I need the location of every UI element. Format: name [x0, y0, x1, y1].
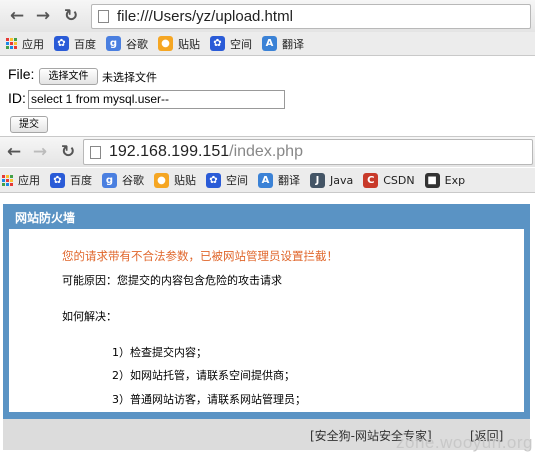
- forward-arrow-icon[interactable]: →: [29, 142, 51, 162]
- bookmark-browser2-7[interactable]: C CSDN: [363, 172, 415, 188]
- watermark: zone.wooyun.org: [396, 433, 533, 452]
- waf-title: 网站防火墙: [15, 211, 76, 225]
- bookmark-browser2-6[interactable]: J Java: [310, 172, 354, 188]
- apps-grid-icon: [6, 38, 17, 49]
- reload-icon[interactable]: ↻: [57, 142, 79, 162]
- tieba-bear-icon: ●: [158, 36, 173, 51]
- java-icon: J: [310, 172, 325, 188]
- waf-step-3: 3）普通网站访客，请联系网站管理员；: [112, 393, 306, 406]
- bookmark-browser1-1[interactable]: ✿ 百度: [54, 36, 96, 52]
- id-label: ID:: [8, 90, 26, 106]
- bookmark-browser2-2[interactable]: g 谷歌: [102, 172, 144, 188]
- page-icon: [98, 10, 109, 23]
- tieba-bear-icon: ●: [154, 172, 169, 188]
- bookmark-browser2-1[interactable]: ✿ 百度: [50, 172, 92, 188]
- file-label: File:: [8, 66, 35, 82]
- bookmark-label: 谷歌: [126, 37, 148, 51]
- back-arrow-icon[interactable]: ←: [3, 142, 25, 162]
- browser2-bookmarks-bar: 应用 ✿ 百度 g 谷歌 ● 贴贴 ✿ 空间 A 翻译 J Java C CSDN ■ Exp: [0, 168, 535, 193]
- bookmark-browser1-3[interactable]: ● 贴贴: [158, 36, 200, 52]
- bookmark-label: 空间: [230, 37, 252, 51]
- submit-button[interactable]: 提交: [10, 116, 48, 133]
- google-g-icon: g: [102, 172, 117, 188]
- bookmark-browser1-4[interactable]: ✿ 空间: [210, 36, 252, 52]
- waf-warning-text: 您的请求带有不合法参数，已被网站管理员设置拦截！: [62, 249, 338, 263]
- id-input[interactable]: select 1 from mysql.user--: [28, 90, 285, 109]
- browser2-url: 192.168.199.151/index.php: [109, 143, 303, 161]
- bookmark-browser1-5[interactable]: A 翻译: [262, 36, 304, 52]
- baidu-paw-icon: ✿: [54, 36, 69, 51]
- page-icon: [90, 145, 101, 159]
- back-arrow-icon[interactable]: ←: [6, 6, 28, 26]
- baidu-paw-icon: ✿: [210, 36, 225, 51]
- choose-file-button[interactable]: 选择文件: [39, 68, 98, 85]
- url-host: 192.168.199.151: [109, 143, 230, 160]
- baidu-paw-icon: ✿: [50, 172, 65, 188]
- bookmark-label: CSDN: [383, 173, 415, 187]
- forward-arrow-icon[interactable]: →: [32, 6, 54, 26]
- waf-block-panel: 网站防火墙 您的请求带有不合法参数，已被网站管理员设置拦截！ 可能原因：您提交的…: [3, 204, 530, 450]
- bookmark-label: 贴贴: [174, 174, 196, 187]
- bookmark-label: 翻译: [282, 37, 304, 51]
- bookmark-browser1-0[interactable]: 应用: [6, 36, 44, 52]
- bookmark-browser2-3[interactable]: ● 贴贴: [154, 172, 196, 188]
- bookmark-label: Java: [330, 173, 354, 187]
- apps-grid-icon: [2, 174, 13, 186]
- google-g-icon: g: [106, 36, 121, 51]
- bookmark-label: 谷歌: [122, 174, 144, 187]
- browser1-address-bar[interactable]: file:///Users/yz/upload.html: [91, 4, 531, 29]
- bookmark-label: 应用: [22, 37, 44, 51]
- exploit-icon: ■: [424, 172, 440, 188]
- bookmark-browser2-5[interactable]: A 翻译: [258, 172, 300, 188]
- bookmark-label: 空间: [226, 174, 248, 187]
- bookmark-label: 应用: [18, 174, 40, 187]
- bookmark-label: 贴贴: [178, 37, 200, 51]
- bookmark-browser2-8[interactable]: ■ Exp: [424, 172, 466, 188]
- bookmark-label: 百度: [74, 37, 96, 51]
- browser1-url: file:///Users/yz/upload.html: [117, 8, 293, 25]
- no-file-chosen-text: 未选择文件: [102, 71, 157, 84]
- csdn-icon: C: [363, 172, 379, 188]
- browser1-bookmarks-bar: 应用 ✿ 百度 g 谷歌 ● 贴贴 ✿ 空间 A 翻译: [0, 32, 535, 56]
- reload-icon[interactable]: ↻: [60, 6, 82, 26]
- baidu-paw-icon: ✿: [206, 172, 221, 188]
- bookmark-browser2-0[interactable]: 应用: [2, 172, 40, 188]
- bookmark-label: Exp: [444, 173, 466, 187]
- bookmark-label: 翻译: [278, 174, 300, 187]
- translate-icon: A: [262, 36, 277, 51]
- bookmark-browser2-4[interactable]: ✿ 空间: [206, 172, 248, 188]
- url-path: /index.php: [229, 143, 303, 160]
- waf-step-1: 1）检查提交内容；: [112, 346, 207, 359]
- translate-icon: A: [258, 172, 273, 188]
- bookmark-label: 百度: [70, 174, 92, 187]
- bookmark-browser1-2[interactable]: g 谷歌: [106, 36, 148, 52]
- browser2-address-bar[interactable]: 192.168.199.151/index.php: [83, 139, 533, 165]
- waf-reason-text: 可能原因：您提交的内容包含危险的攻击请求: [62, 274, 282, 287]
- waf-howto-text: 如何解决：: [62, 310, 117, 323]
- waf-message-box: 您的请求带有不合法参数，已被网站管理员设置拦截！ 可能原因：您提交的内容包含危险…: [9, 229, 524, 412]
- waf-step-2: 2）如网站托管，请联系空间提供商；: [112, 369, 295, 382]
